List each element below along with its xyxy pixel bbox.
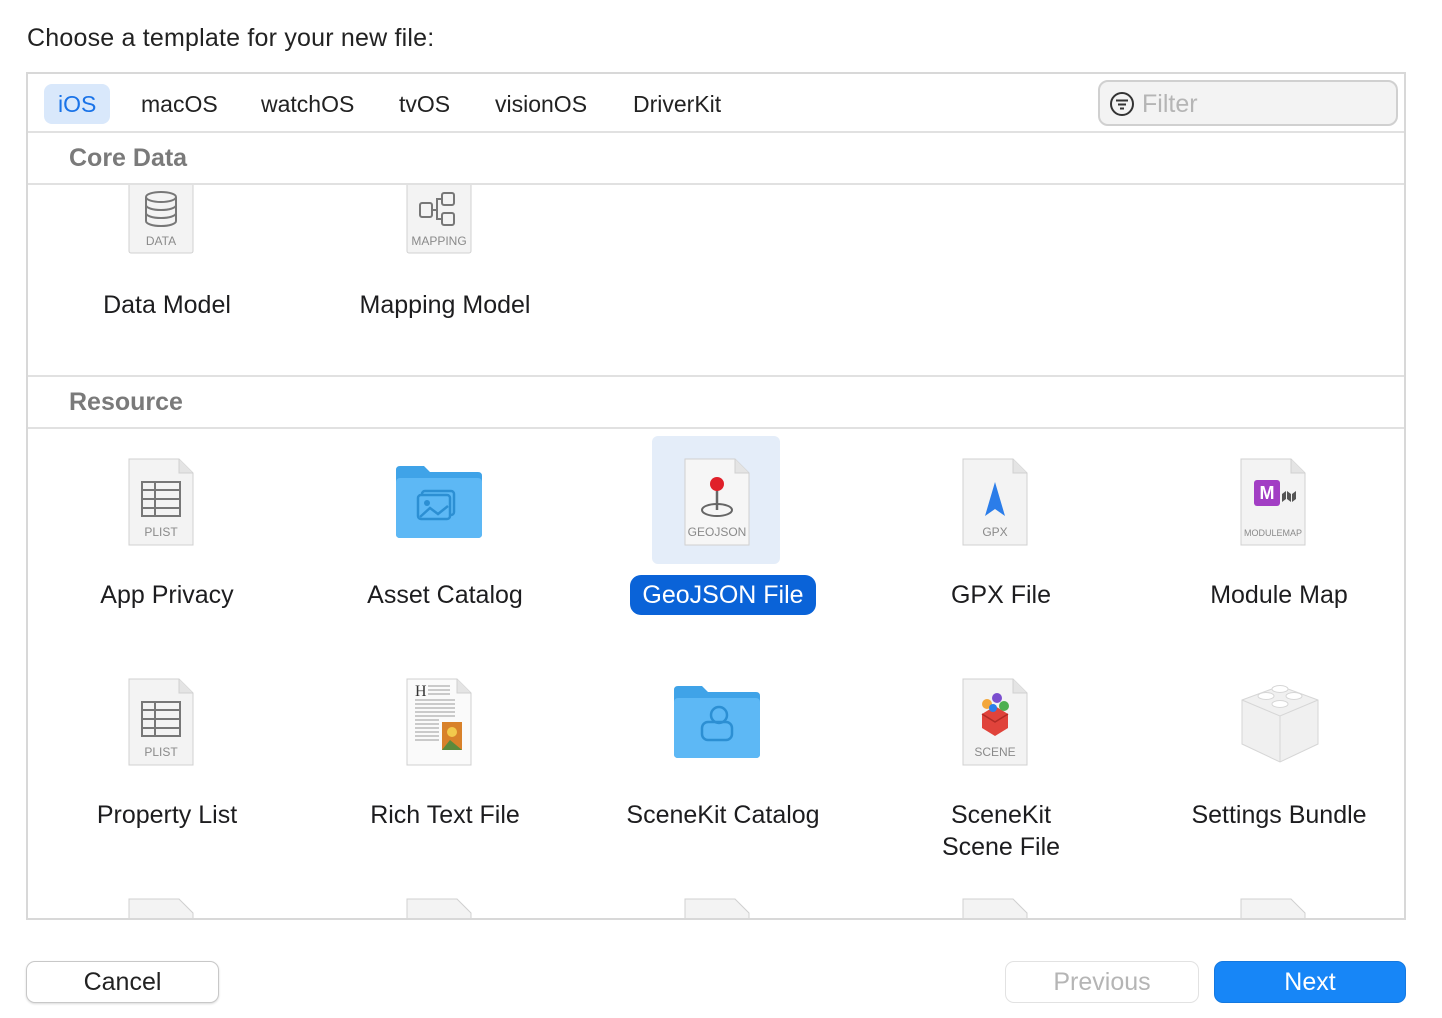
rich-text-icon: H [406, 678, 472, 766]
template-panel: iOS macOS watchOS tvOS visionOS DriverKi… [26, 72, 1406, 920]
dialog-prompt: Choose a template for your new file: [27, 24, 435, 52]
settings-bundle-icon [1241, 685, 1319, 763]
tile-label: Module Map [1210, 581, 1348, 609]
tile-label: Mapping Model [359, 291, 531, 319]
section-header-resource: Resource [28, 377, 1404, 429]
template-tile-app-privacy[interactable]: PLIST App Privacy [28, 458, 306, 658]
file-icon-partial [962, 898, 1028, 918]
template-tile-mapping-model[interactable]: MAPPING Mapping Model [306, 185, 584, 375]
tile-label: Rich Text File [370, 801, 520, 829]
file-badge: MAPPING [411, 234, 466, 248]
section-header-core-data: Core Data [28, 133, 1404, 185]
tab-driverkit[interactable]: DriverKit [619, 84, 735, 124]
tile-label-selected: GeoJSON File [584, 575, 862, 615]
template-tile-property-list[interactable]: PLIST Property List [28, 678, 306, 878]
filter-field[interactable] [1098, 80, 1398, 126]
file-badge: PLIST [144, 745, 178, 759]
scene-icon: SCENE [962, 678, 1028, 766]
previous-button[interactable]: Previous [1005, 961, 1199, 1003]
tile-label: SceneKit Catalog [626, 801, 820, 829]
file-badge: GEOJSON [688, 525, 747, 539]
file-badge: GPX [982, 525, 1007, 539]
tile-label: GPX File [950, 581, 1052, 609]
database-icon: DATA [128, 185, 194, 254]
template-tile-settings-bundle[interactable]: Settings Bundle [1140, 678, 1404, 878]
platform-tab-bar: iOS macOS watchOS tvOS visionOS DriverKi… [28, 74, 1404, 133]
svg-text:H: H [415, 683, 427, 700]
tile-label: Data Model [103, 291, 231, 319]
template-tile-rich-text-file[interactable]: H Rich Text File [306, 678, 584, 878]
tab-visionos[interactable]: visionOS [481, 84, 601, 124]
location-arrow-icon: GPX [962, 458, 1028, 546]
template-tile-module-map[interactable]: M MODULEMAP Module Map [1140, 458, 1404, 658]
tab-watchos[interactable]: watchOS [247, 84, 368, 124]
filter-icon [1110, 92, 1134, 116]
tile-label: Property List [96, 801, 238, 829]
template-tile-asset-catalog[interactable]: Asset Catalog [306, 458, 584, 658]
section-title: Core Data [69, 144, 188, 172]
file-icon-partial [1240, 898, 1306, 918]
template-tile-scenekit-catalog[interactable]: SceneKit Catalog [584, 678, 862, 878]
file-badge: DATA [146, 234, 176, 248]
tile-label: GeoJSON File [630, 575, 816, 615]
file-badge: SCENE [974, 745, 1015, 759]
tile-label: Settings Bundle [1191, 801, 1367, 829]
filter-input[interactable] [1142, 88, 1382, 120]
tab-macos[interactable]: macOS [127, 84, 232, 124]
plist-icon: PLIST [128, 678, 194, 766]
cancel-button[interactable]: Cancel [26, 961, 219, 1003]
asset-folder-icon [396, 466, 482, 538]
tile-label: SceneKit [950, 801, 1052, 829]
file-icon-partial [684, 898, 750, 918]
template-tile-gpx-file[interactable]: GPX GPX File [862, 458, 1140, 658]
mapping-icon: MAPPING [406, 185, 472, 254]
next-button[interactable]: Next [1214, 961, 1406, 1003]
new-file-dialog: Choose a template for your new file: iOS… [0, 0, 1442, 1018]
scenekit-folder-icon [674, 686, 760, 758]
module-map-icon: M MODULEMAP [1240, 458, 1306, 546]
map-pin-icon: GEOJSON [684, 458, 750, 546]
tab-ios[interactable]: iOS [44, 84, 111, 124]
tile-label: App Privacy [100, 581, 234, 609]
tab-tvos[interactable]: tvOS [385, 84, 464, 124]
plist-icon: PLIST [128, 458, 194, 546]
svg-text:M: M [1260, 483, 1275, 503]
tile-label: Scene File [941, 833, 1061, 861]
template-tile-geojson-file[interactable]: GEOJSON GeoJSON File [584, 458, 862, 658]
file-icon-partial [406, 898, 472, 918]
tile-label: Asset Catalog [367, 581, 523, 609]
file-badge: PLIST [144, 525, 178, 539]
section-title: Resource [69, 388, 183, 416]
template-tile-scenekit-scene-file[interactable]: SCENE SceneKit Scene File [862, 678, 1140, 878]
file-badge: MODULEMAP [1244, 528, 1302, 538]
template-tile-data-model[interactable]: DATA Data Model [28, 185, 306, 375]
file-icon-partial [128, 898, 194, 918]
